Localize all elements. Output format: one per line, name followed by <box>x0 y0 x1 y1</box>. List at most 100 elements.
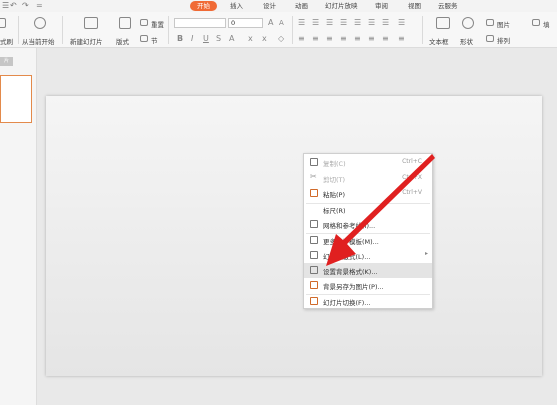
decrease-indent-icon[interactable]: ☰ <box>326 18 333 27</box>
reset-button[interactable]: 重置 <box>151 19 164 29</box>
scissors-icon: ✂ <box>310 172 317 181</box>
ribbon-toolbar: 式刷 从当前开始 新建幻灯片 版式 重置 节 0 A A B I U S A x… <box>0 12 557 48</box>
menu-item-label: 网格和参考线(I)... <box>323 222 376 230</box>
textbox-icon[interactable] <box>436 17 450 29</box>
tab-design[interactable]: 设计 <box>263 1 276 11</box>
italic-icon[interactable]: I <box>191 34 193 43</box>
menu-item-save-background[interactable]: 背景另存为图片(P)... <box>304 278 432 293</box>
justify-icon[interactable]: ≡ <box>340 34 347 43</box>
shape-icon[interactable] <box>462 17 474 29</box>
fill-icon[interactable] <box>532 19 540 26</box>
menu-item-shortcut: Ctrl+X <box>402 174 422 181</box>
subscript-icon[interactable]: x <box>262 34 267 43</box>
arrange-button[interactable]: 排列 <box>497 35 510 45</box>
divider <box>292 16 293 44</box>
slide-thumbnail-panel: 片 <box>0 48 37 405</box>
context-menu: 复制(C) Ctrl+C ✂ 剪切(T) Ctrl+X 粘贴(P) Ctrl+V… <box>303 153 433 309</box>
align-right-icon[interactable]: ≡ <box>326 34 333 43</box>
vertical-align-icon[interactable]: ≡ <box>368 34 375 43</box>
tab-view[interactable]: 视图 <box>408 1 421 11</box>
title-bar: ☰ ↶ ↷ = 开始 插入 设计 动画 幻灯片放映 审阅 视图 云服务 <box>0 0 557 12</box>
bold-icon[interactable]: B <box>177 34 183 43</box>
align-left-icon[interactable]: ≡ <box>298 34 305 43</box>
menu-item-label: 幻灯片版式(L)... <box>323 253 371 261</box>
divider <box>422 16 423 44</box>
clear-format-icon[interactable]: ◇ <box>278 34 284 43</box>
textbox-button[interactable]: 文本框 <box>429 36 449 46</box>
menu-item-label: 背景另存为图片(P)... <box>323 283 384 291</box>
paragraph-settings-icon[interactable]: ☰ <box>398 18 405 27</box>
tab-review[interactable]: 审阅 <box>375 1 388 11</box>
slides-tab[interactable]: 片 <box>0 57 13 66</box>
convert-icon[interactable]: ≡ <box>398 34 405 43</box>
arrange-icon[interactable] <box>486 35 494 42</box>
font-grow-icon[interactable]: A <box>268 18 273 27</box>
menu-item-label: 剪切(T) <box>323 176 346 184</box>
new-slide-icon[interactable] <box>84 17 98 29</box>
smartart-icon[interactable]: ≡ <box>382 34 389 43</box>
menu-item-label: 设置背景格式(K)... <box>323 268 378 276</box>
menu-item-shortcut: Ctrl+V <box>402 189 422 196</box>
section-button[interactable]: 节 <box>151 35 158 45</box>
font-color-icon[interactable]: A <box>229 34 234 43</box>
bullet-list-icon[interactable]: ☰ <box>298 18 305 27</box>
divider <box>62 16 63 44</box>
menu-item-slide-transition[interactable]: 幻灯片切换(F)... <box>304 294 432 309</box>
distributed-icon[interactable]: ≡ <box>354 34 361 43</box>
copy-icon <box>310 158 318 166</box>
menu-item-cut[interactable]: ✂ 剪切(T) Ctrl+X <box>304 171 432 186</box>
font-size-select[interactable]: 0 <box>228 18 263 28</box>
menu-item-paste[interactable]: 粘贴(P) Ctrl+V <box>304 186 432 201</box>
fill-button[interactable]: 填 <box>543 19 550 29</box>
tab-insert[interactable]: 插入 <box>230 1 243 11</box>
new-slide-button[interactable]: 新建幻灯片 <box>70 36 103 46</box>
superscript-icon[interactable]: x <box>248 34 253 43</box>
menu-item-grid-guides[interactable]: 网格和参考线(I)... <box>304 217 432 232</box>
menu-item-slide-layout[interactable]: 幻灯片版式(L)... ▸ <box>304 248 432 263</box>
menu-item-label: 粘贴(P) <box>323 191 345 199</box>
tab-animation[interactable]: 动画 <box>295 1 308 11</box>
text-direction-icon[interactable]: ☰ <box>368 18 375 27</box>
grid-icon <box>310 220 318 228</box>
play-from-current-button[interactable]: 从当前开始 <box>22 36 55 46</box>
redo-icon[interactable]: ↷ <box>22 1 29 10</box>
underline-icon[interactable]: U <box>203 34 209 43</box>
section-icon[interactable] <box>140 35 148 42</box>
menu-icon[interactable]: ☰ <box>2 1 9 10</box>
menu-item-label: 幻灯片切换(F)... <box>323 299 371 307</box>
format-painter-icon[interactable] <box>0 18 6 28</box>
shape-button[interactable]: 形状 <box>460 36 473 46</box>
layout-icon[interactable] <box>119 17 131 29</box>
menu-item-background-format[interactable]: 设置背景格式(K)... <box>304 263 432 278</box>
align-center-icon[interactable]: ≡ <box>312 34 319 43</box>
tab-slideshow[interactable]: 幻灯片放映 <box>325 1 358 11</box>
picture-icon[interactable] <box>486 19 494 26</box>
menu-item-ruler[interactable]: 标尺(R) <box>304 202 432 217</box>
font-name-select[interactable] <box>174 18 226 28</box>
menu-item-label: 更多设计模板(M)... <box>323 238 379 246</box>
numbered-list-icon[interactable]: ☰ <box>312 18 319 27</box>
columns-icon[interactable]: ☰ <box>382 18 389 27</box>
menu-item-shortcut: Ctrl+C <box>402 158 422 165</box>
customize-quick-access-icon[interactable]: = <box>36 1 43 10</box>
shadow-icon[interactable]: S <box>216 34 221 43</box>
menu-item-copy[interactable]: 复制(C) Ctrl+C <box>304 155 432 170</box>
tab-cloud-service[interactable]: 云服务 <box>438 1 458 11</box>
increase-indent-icon[interactable]: ☰ <box>340 18 347 27</box>
template-icon <box>310 236 318 244</box>
menu-item-more-templates[interactable]: 更多设计模板(M)... <box>304 233 432 248</box>
play-icon[interactable] <box>34 17 46 29</box>
background-icon <box>310 266 318 274</box>
reset-icon[interactable] <box>140 19 148 26</box>
undo-icon[interactable]: ↶ <box>10 1 17 10</box>
divider <box>18 16 19 44</box>
format-painter-label[interactable]: 式刷 <box>0 36 13 46</box>
line-spacing-icon[interactable]: ☰ <box>354 18 361 27</box>
font-shrink-icon[interactable]: A <box>279 19 284 27</box>
slide-thumbnail[interactable] <box>0 75 32 123</box>
slide-canvas[interactable] <box>46 96 542 376</box>
layout-button[interactable]: 版式 <box>116 36 129 46</box>
transition-icon <box>310 297 318 305</box>
picture-button[interactable]: 图片 <box>497 19 510 29</box>
tab-home[interactable]: 开始 <box>190 1 217 11</box>
